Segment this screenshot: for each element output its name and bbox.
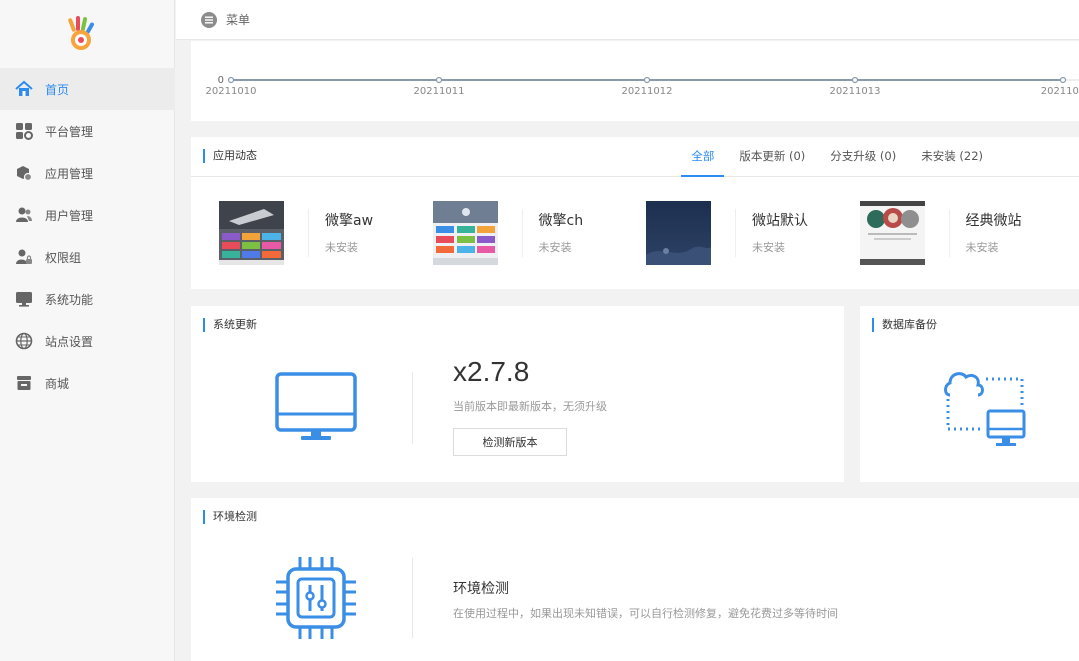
globe-icon <box>15 332 33 350</box>
app-dynamics-header: 应用动态 全部 版本更新 (0) 分支升级 (0) 未安装 (22) <box>191 137 1079 177</box>
app-thumbnail <box>646 201 711 265</box>
env-check-title: 环境检测 <box>203 510 257 524</box>
sidebar: 首页 平台管理 应用管理 用户管理 权限组 系统功能 站点设置 商城 <box>0 0 175 661</box>
app-thumbnail <box>859 201 925 265</box>
x-tick-label: 20211013 <box>830 86 881 97</box>
system-update-title: 系统更新 <box>203 318 257 332</box>
app-name: 微擎ch <box>538 213 584 229</box>
data-point <box>851 76 859 84</box>
x-tick-label: 20211012 <box>622 86 673 97</box>
app-info: 经典微站 未安装 <box>948 209 1022 257</box>
monitor-icon <box>275 372 357 440</box>
app-cube-icon <box>15 164 33 182</box>
sidebar-item-site-settings[interactable]: 站点设置 <box>0 320 175 362</box>
sidebar-item-label: 商城 <box>45 376 70 391</box>
x-tick-label: 20211010 <box>206 86 257 97</box>
data-point <box>227 76 235 84</box>
app-status: 未安装 <box>965 241 999 254</box>
app-dynamics-card: 应用动态 全部 版本更新 (0) 分支升级 (0) 未安装 (22) 微擎aw … <box>191 137 1079 289</box>
sidebar-item-label: 用户管理 <box>45 208 94 223</box>
app-name: 微站默认 <box>752 213 808 229</box>
sidebar-item-label: 首页 <box>45 82 70 97</box>
menu-icon[interactable] <box>201 11 217 28</box>
app-item[interactable]: 微站默认 未安装 <box>646 200 860 266</box>
tab-not-installed[interactable]: 未安装 (22) <box>911 137 993 177</box>
sidebar-item-apps[interactable]: 应用管理 <box>0 152 175 194</box>
line-chart: 020211010 20211011 20211012 20211013 2021101 <box>206 75 1079 97</box>
home-icon <box>15 80 33 98</box>
sidebar-item-platform[interactable]: 平台管理 <box>0 110 175 152</box>
app-dynamics-title: 应用动态 <box>203 149 257 163</box>
app-thumbnail <box>432 201 498 265</box>
chip-icon <box>276 557 356 639</box>
store-icon <box>15 374 33 392</box>
users-icon <box>15 206 33 224</box>
app-item[interactable]: 经典微站 未安装 <box>859 200 1074 266</box>
app-dynamics-tabs: 全部 版本更新 (0) 分支升级 (0) 未安装 (22) <box>676 137 993 177</box>
data-point <box>435 76 443 84</box>
cloud-backup-icon[interactable] <box>942 365 1026 451</box>
env-check-description: 在使用过程中，如果出现未知错误，可以自行检测修复，避免花费过多等待时间 <box>453 607 838 620</box>
app-item[interactable]: 微擎ch 未安装 <box>432 200 647 266</box>
app-name: 微擎aw <box>325 213 374 229</box>
env-check-card: 环境检测 环境检测 在使用过程中，如果出现未知错误，可以自行检测修复，避免花费过… <box>191 498 1079 661</box>
tab-branch-upgrade[interactable]: 分支升级 (0) <box>820 137 906 177</box>
database-backup-title: 数据库备份 <box>872 318 937 332</box>
app-info: 微擎aw 未安装 <box>308 209 373 257</box>
x-tick-label: 2021101 <box>1041 86 1079 97</box>
data-point <box>1059 76 1067 84</box>
sidebar-item-system[interactable]: 系统功能 <box>0 278 175 320</box>
sidebar-item-label: 权限组 <box>45 250 82 265</box>
app-thumbnail <box>219 201 284 265</box>
menu-label[interactable]: 菜单 <box>226 11 250 28</box>
version-number: x2.7.8 <box>453 356 530 387</box>
app-name: 经典微站 <box>965 213 1022 229</box>
divider <box>412 558 413 638</box>
stats-chart: 020211010 20211011 20211012 20211013 2021101 <box>191 41 1079 121</box>
monitor-icon <box>15 290 33 308</box>
sidebar-item-label: 站点设置 <box>45 334 94 349</box>
topbar: 菜单 <box>176 0 1079 40</box>
sidebar-item-label: 应用管理 <box>45 166 94 181</box>
app-info: 微擎ch 未安装 <box>521 209 584 257</box>
app-status: 未安装 <box>752 241 785 254</box>
sidebar-item-store[interactable]: 商城 <box>0 362 175 404</box>
check-update-button[interactable]: 检测新版本 <box>453 428 567 456</box>
database-backup-card: 数据库备份 <box>860 306 1079 482</box>
version-note: 当前版本即最新版本，无须升级 <box>453 400 607 413</box>
logo-icon <box>68 16 94 50</box>
sidebar-nav: 首页 平台管理 应用管理 用户管理 权限组 系统功能 站点设置 商城 <box>0 68 175 404</box>
y-tick-label: 0 <box>218 75 224 86</box>
app-item[interactable]: 微擎aw 未安装 <box>219 200 433 266</box>
sidebar-item-users[interactable]: 用户管理 <box>0 194 175 236</box>
user-lock-icon <box>15 248 33 266</box>
app-info: 微站默认 未安装 <box>735 209 808 257</box>
tab-all[interactable]: 全部 <box>681 137 725 177</box>
sidebar-item-label: 系统功能 <box>45 292 94 307</box>
tab-version-update[interactable]: 版本更新 (0) <box>729 137 815 177</box>
sidebar-item-label: 平台管理 <box>45 124 94 139</box>
data-point <box>643 76 651 84</box>
sidebar-item-permission-group[interactable]: 权限组 <box>0 236 175 278</box>
sidebar-item-home[interactable]: 首页 <box>0 68 175 110</box>
system-update-card: 系统更新 x2.7.8 当前版本即最新版本，无须升级 检测新版本 <box>191 306 844 482</box>
app-list: 微擎aw 未安装 微擎ch 未安装 微站默认 未安装 经典微站 未安装 <box>219 200 1073 266</box>
x-tick-label: 20211011 <box>414 86 465 97</box>
env-check-heading: 环境检测 <box>453 581 509 597</box>
app-status: 未安装 <box>538 241 572 254</box>
apps-grid-icon <box>15 122 33 140</box>
app-status: 未安装 <box>325 241 358 254</box>
divider <box>412 372 413 444</box>
